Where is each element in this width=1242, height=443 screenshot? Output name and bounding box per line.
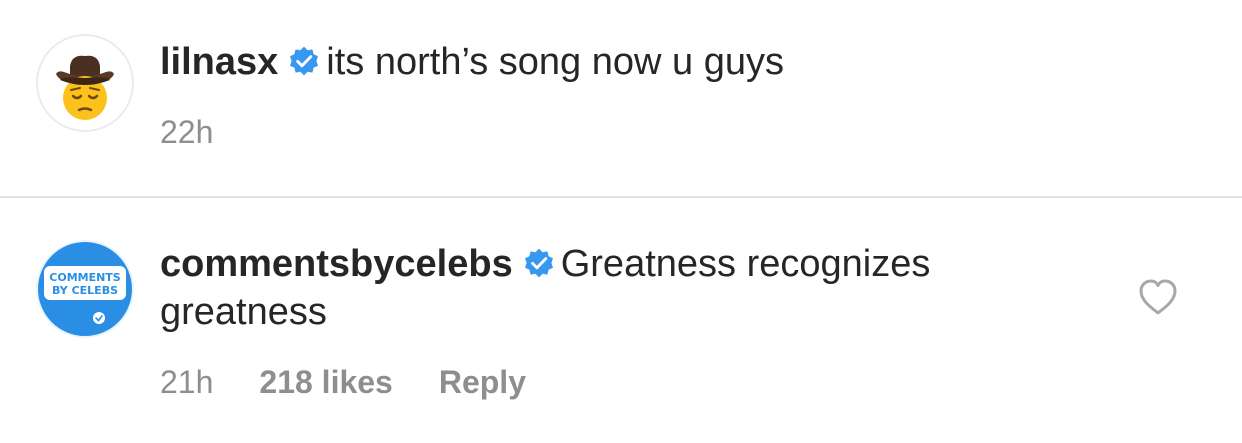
verified-badge-icon xyxy=(290,46,319,76)
comment-body: commentsbycelebs Greatness recognizes gr… xyxy=(160,240,1060,336)
comment-meta: 21h 218 likes Reply xyxy=(160,364,572,401)
username[interactable]: lilnasx xyxy=(160,41,278,83)
avatar[interactable] xyxy=(36,34,134,132)
likes-count[interactable]: 218 likes xyxy=(259,364,392,400)
svg-text:BY CELEBS: BY CELEBS xyxy=(52,284,118,297)
reply-button[interactable]: Reply xyxy=(439,364,526,400)
comment-body: lilnasx its north’s song now u guys xyxy=(160,38,1060,86)
timestamp: 22h xyxy=(160,114,214,150)
comment-text: its north’s song now u guys xyxy=(326,41,784,83)
pensive-cowboy-emoji-icon xyxy=(56,55,114,120)
svg-text:COMMENTS: COMMENTS xyxy=(49,271,121,284)
heart-icon[interactable] xyxy=(1138,278,1178,316)
username[interactable]: commentsbycelebs xyxy=(160,243,513,285)
comments-by-celebs-logo: COMMENTS BY CELEBS xyxy=(44,266,126,324)
timestamp: 21h xyxy=(160,364,214,400)
divider xyxy=(0,196,1242,198)
comment-meta: 22h xyxy=(160,114,259,151)
avatar[interactable]: COMMENTS BY CELEBS xyxy=(36,240,134,338)
verified-badge-icon xyxy=(524,248,553,278)
